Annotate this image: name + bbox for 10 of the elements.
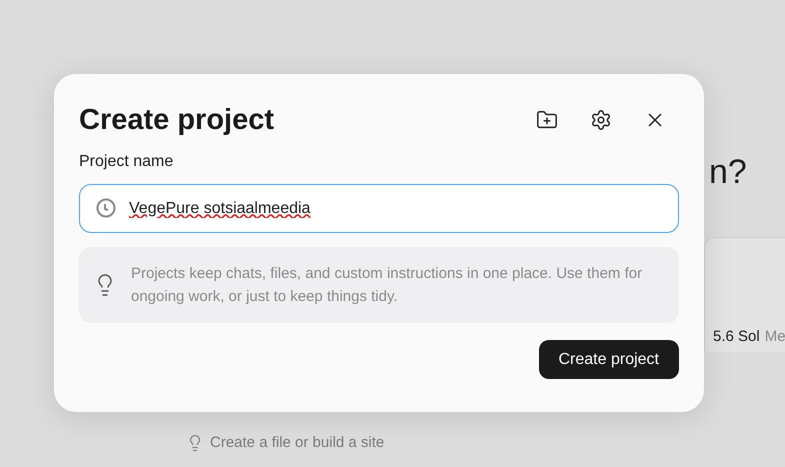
model-suffix: Me (764, 326, 785, 346)
page-heading: n? (709, 152, 748, 193)
settings-icon (590, 109, 612, 131)
project-name-field[interactable]: VegePure sotsiaalmeedia (79, 184, 679, 233)
dialog-title: Create project (79, 103, 274, 138)
info-text: Projects keep chats, files, and custom instructions in one place. Use them for ongoing work, or just to keep things tidy. (131, 264, 644, 307)
model-name: 5.6 Sol (713, 326, 760, 346)
field-label: Project name (79, 152, 174, 172)
create-project-button[interactable]: Create project (538, 340, 679, 379)
folder-plus-icon (536, 109, 558, 131)
